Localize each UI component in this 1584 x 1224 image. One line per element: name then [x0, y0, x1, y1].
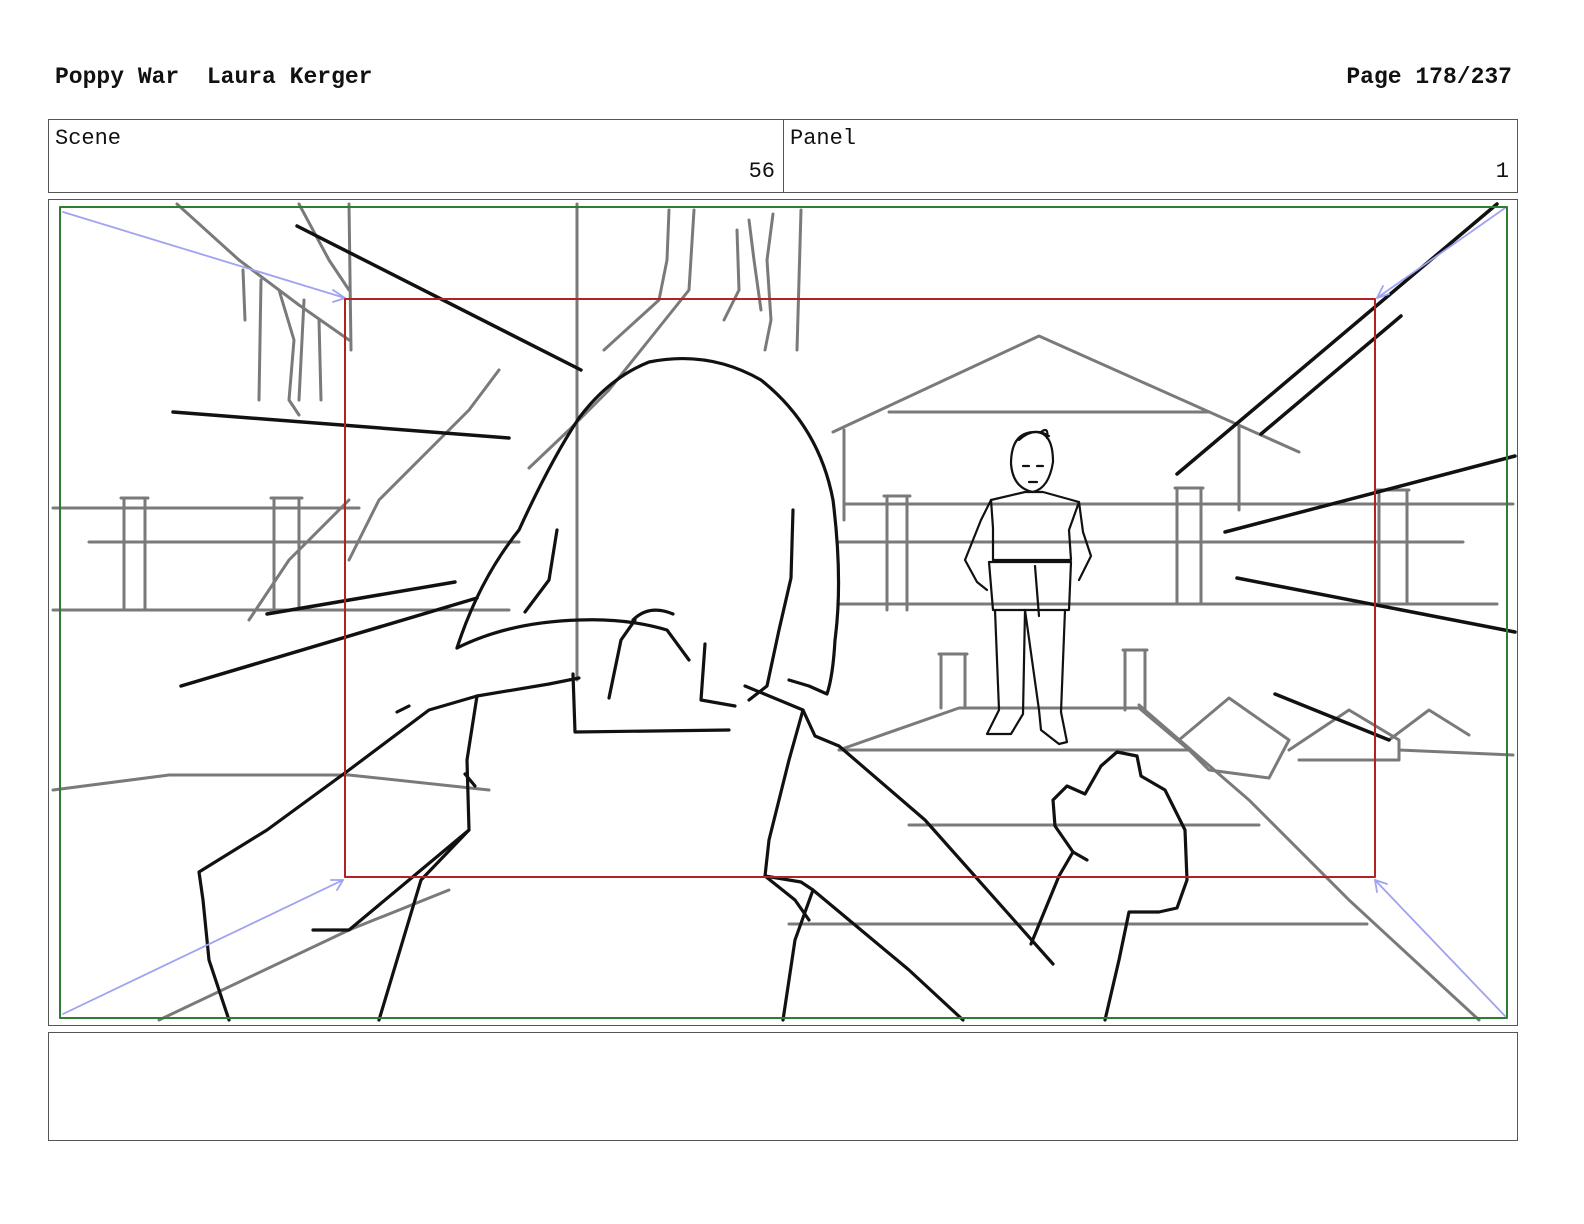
panel-number: 1	[1495, 159, 1509, 184]
foreground-character	[197, 356, 1189, 1022]
scene-cell: Scene 56	[49, 120, 784, 192]
panel-cell: Panel 1	[784, 120, 1517, 192]
project-title: Poppy War	[55, 64, 180, 90]
artist-name: Laura Kerger	[206, 64, 373, 90]
scene-panel-info: Scene 56 Panel 1	[48, 119, 1518, 193]
storyboard-panel	[48, 199, 1518, 1026]
scene-number: 56	[748, 159, 775, 184]
panel-label: Panel	[790, 126, 857, 151]
header-title: Poppy War Laura Kerger	[55, 64, 372, 90]
panel-notes	[48, 1032, 1518, 1141]
page-number: Page 178/237	[1346, 64, 1512, 90]
action-frame	[344, 298, 1376, 878]
scene-label: Scene	[55, 126, 122, 151]
storyboard-sketch	[51, 202, 1517, 1022]
standing-figure	[963, 428, 1093, 746]
